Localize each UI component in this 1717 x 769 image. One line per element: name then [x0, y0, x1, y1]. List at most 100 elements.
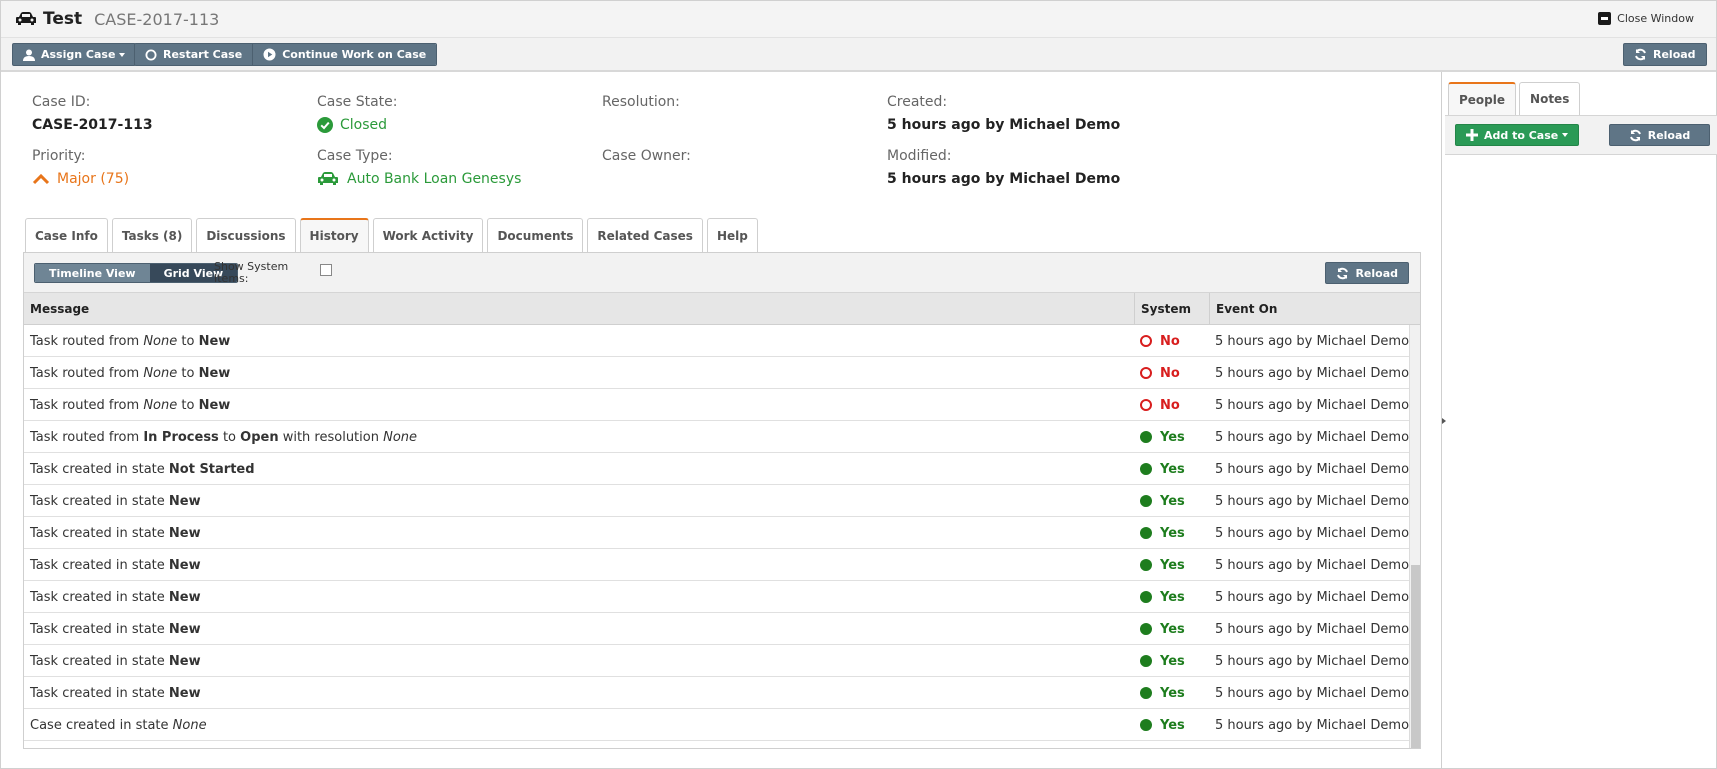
- people-reload-button[interactable]: Reload: [1609, 124, 1710, 146]
- message-part: New: [168, 685, 201, 701]
- tab-people[interactable]: People: [1448, 82, 1517, 115]
- caret-down-icon: [119, 52, 126, 57]
- event-on-cell: 5 hours ago by Michael Demo: [1215, 589, 1410, 605]
- created-value: 5 hours ago by Michael Demo: [887, 117, 1121, 133]
- table-row[interactable]: Task routed from In Process to Open with…: [24, 421, 1409, 453]
- show-system-items-checkbox[interactable]: [320, 264, 332, 276]
- history-toolbar: Timeline View Grid View Show System Item…: [24, 253, 1420, 293]
- message-cell: Task created in state New: [30, 581, 201, 613]
- message-cell: Task created in state New: [30, 485, 201, 517]
- user-icon: [23, 49, 35, 61]
- tab-related-cases[interactable]: Related Cases: [587, 218, 703, 252]
- table-row[interactable]: Task routed from None to New No 5 hours ag…: [24, 325, 1409, 357]
- reload-button[interactable]: Reload: [1623, 43, 1707, 66]
- priority-field: Priority: Major (75): [32, 148, 129, 187]
- tab-tasks[interactable]: Tasks (8): [111, 218, 193, 252]
- filled-circle-icon: [1140, 655, 1152, 667]
- event-on-cell: 5 hours ago by Michael Demo: [1215, 429, 1410, 445]
- resolution-field: Resolution:: [602, 94, 680, 117]
- tab-help[interactable]: Help: [706, 218, 758, 252]
- case-id-title: CASE-2017-113: [94, 9, 220, 29]
- message-part: to: [177, 397, 199, 413]
- column-header-message[interactable]: Message: [24, 293, 1134, 325]
- history-reload-button[interactable]: Reload: [1325, 262, 1409, 284]
- continue-work-button[interactable]: Continue Work on Case: [252, 44, 437, 65]
- case-toolbar: Assign Case Restart Case Continue Work o…: [1, 38, 1716, 72]
- message-part: to: [177, 365, 199, 381]
- message-cell: Task routed from None to New: [30, 357, 230, 389]
- refresh-icon: [1336, 267, 1349, 280]
- system-cell: No: [1140, 389, 1180, 421]
- message-cell: Task created in state New: [30, 549, 201, 581]
- reload-label: Reload: [1653, 48, 1696, 61]
- message-part: New: [198, 397, 231, 413]
- column-header-system[interactable]: System: [1134, 293, 1209, 325]
- message-part: Open: [240, 429, 279, 445]
- tab-documents[interactable]: Documents: [487, 218, 584, 252]
- close-window-icon: [1598, 12, 1612, 25]
- close-window-button[interactable]: Close Window: [1598, 12, 1694, 25]
- timeline-view-button[interactable]: Timeline View: [35, 264, 150, 282]
- event-on-cell: 5 hours ago by Michael Demo: [1215, 493, 1410, 509]
- system-value: No: [1160, 365, 1180, 381]
- table-row[interactable]: Case created in state None Yes 5 hours ago…: [24, 709, 1409, 741]
- table-row[interactable]: Task created in state New Yes 5 hours ago …: [24, 613, 1409, 645]
- system-cell: Yes: [1140, 677, 1185, 709]
- refresh-icon: [1629, 129, 1642, 142]
- column-header-event-on[interactable]: Event On: [1209, 293, 1409, 325]
- table-row[interactable]: Task created in state New Yes 5 hours ago …: [24, 549, 1409, 581]
- tab-work-activity[interactable]: Work Activity: [372, 218, 484, 252]
- modified-value: 5 hours ago by Michael Demo: [887, 171, 1121, 187]
- message-part: None: [143, 365, 178, 381]
- history-reload-label: Reload: [1355, 266, 1398, 280]
- app-title: Test: [43, 9, 83, 29]
- table-row[interactable]: Task created in state New Yes 5 hours ago …: [24, 581, 1409, 613]
- message-part: New: [168, 621, 201, 637]
- system-cell: Yes: [1140, 645, 1185, 677]
- table-row[interactable]: Task routed from None to New No 5 hours ag…: [24, 357, 1409, 389]
- grid-scrollbar[interactable]: [1409, 325, 1420, 748]
- message-cell: Task created in state New: [30, 613, 201, 645]
- case-id-field: Case ID: CASE-2017-113: [32, 94, 153, 133]
- grid-scrollbar-thumb[interactable]: [1411, 565, 1420, 748]
- system-cell: No: [1140, 325, 1180, 357]
- table-row[interactable]: Task created in state New Yes 5 hours ago …: [24, 677, 1409, 709]
- system-value: No: [1160, 397, 1180, 413]
- case-id-value: CASE-2017-113: [32, 117, 153, 133]
- message-part: New: [168, 557, 201, 573]
- tab-case-info[interactable]: Case Info: [25, 218, 108, 252]
- event-on-cell: 5 hours ago by Michael Demo: [1215, 653, 1410, 669]
- message-cell: Task created in state New: [30, 645, 201, 677]
- tab-history[interactable]: History: [299, 218, 369, 252]
- empty-circle-icon: [1140, 335, 1152, 347]
- assign-case-button[interactable]: Assign Case: [12, 43, 137, 66]
- table-row[interactable]: Task routed from None to New No 5 hours ag…: [24, 389, 1409, 421]
- message-part: New: [168, 589, 201, 605]
- priority-text: Major (75): [57, 171, 130, 187]
- tab-discussions[interactable]: Discussions: [196, 218, 296, 252]
- table-row[interactable]: Task created in state New Yes 5 hours ago …: [24, 517, 1409, 549]
- tab-notes[interactable]: Notes: [1519, 82, 1581, 115]
- filled-circle-icon: [1140, 431, 1152, 443]
- table-row[interactable]: Task created in state Not Started Yes 5 ho…: [24, 453, 1409, 485]
- filled-circle-icon: [1140, 463, 1152, 475]
- case-action-group: Restart Case Continue Work on Case: [134, 43, 438, 66]
- message-part: Task created in state: [30, 493, 169, 509]
- restart-case-button[interactable]: Restart Case: [135, 44, 253, 65]
- table-row[interactable]: Task created in state New Yes 5 hours ago …: [24, 645, 1409, 677]
- table-row[interactable]: Task created in state New Yes 5 hours ago …: [24, 485, 1409, 517]
- message-part: None: [383, 429, 418, 445]
- add-to-case-button[interactable]: Add to Case: [1455, 124, 1580, 146]
- case-tabs: Case Info Tasks (8) Discussions History …: [25, 218, 762, 252]
- people-toolbar: Add to Case Reload: [1445, 115, 1717, 155]
- resolution-label: Resolution:: [602, 94, 680, 110]
- message-part: Task routed from: [30, 397, 144, 413]
- priority-value: Major (75): [32, 171, 129, 187]
- system-cell: Yes: [1140, 421, 1185, 453]
- case-state-text: Closed: [340, 117, 388, 133]
- case-window: Test CASE-2017-113 Close Window Assign C…: [0, 0, 1717, 769]
- assign-case-label: Assign Case: [41, 48, 116, 61]
- event-on-cell: 5 hours ago by Michael Demo: [1215, 717, 1410, 733]
- message-part: Case created in state: [30, 717, 173, 733]
- message-part: Task created in state: [30, 685, 169, 701]
